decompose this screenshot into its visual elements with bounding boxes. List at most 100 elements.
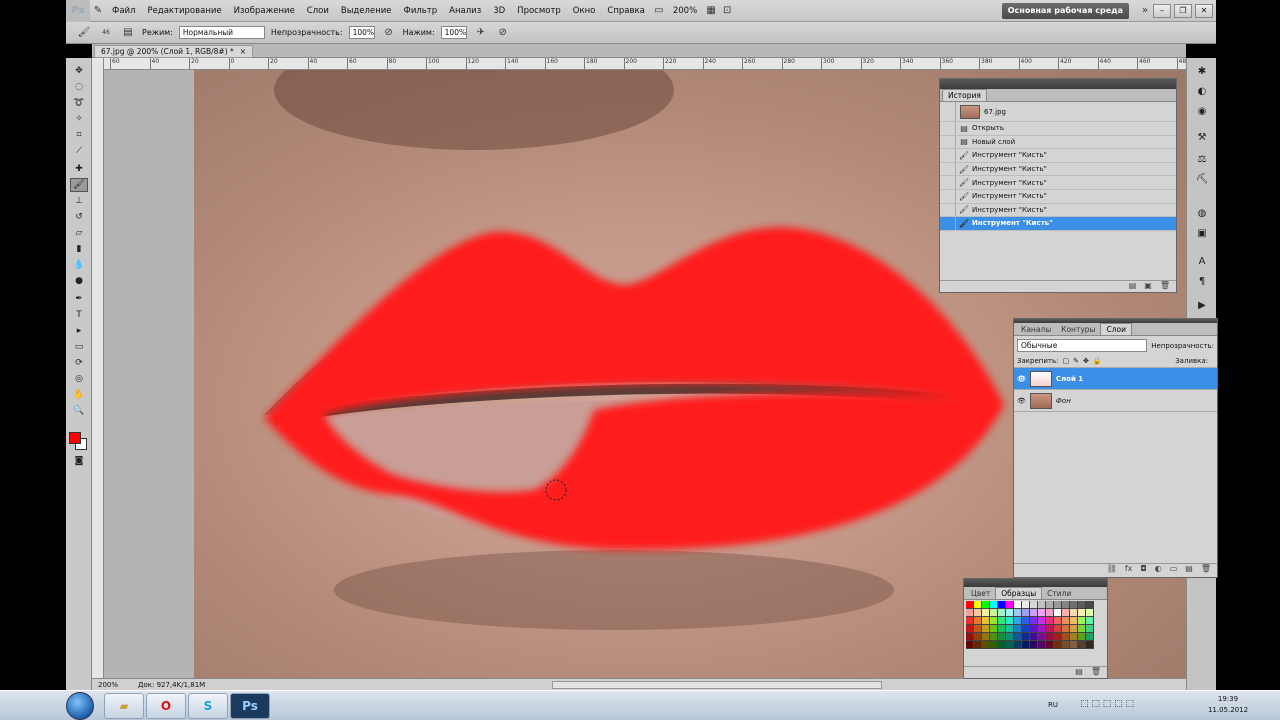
lasso-tool-icon[interactable]: ➰ <box>70 96 88 110</box>
crop-tool-icon[interactable]: ⌗ <box>70 128 88 142</box>
adjustment-layer-icon[interactable]: ◐ <box>1155 564 1162 577</box>
color-swatch[interactable] <box>1022 601 1030 609</box>
color-swatch[interactable] <box>966 641 974 649</box>
tab-paths[interactable]: Контуры <box>1056 324 1100 335</box>
color-swatch[interactable] <box>1014 633 1022 641</box>
eyedropper-tool-icon[interactable]: ⟋ <box>70 144 88 158</box>
color-swatch[interactable] <box>1062 641 1070 649</box>
color-swatch[interactable] <box>1022 609 1030 617</box>
tab-swatches[interactable]: Образцы <box>995 587 1043 599</box>
start-button[interactable] <box>66 692 94 720</box>
history-checkbox[interactable] <box>940 217 956 230</box>
new-document-icon[interactable]: ▤ <box>1129 281 1137 292</box>
color-swatch[interactable] <box>966 601 974 609</box>
delete-layer-icon[interactable]: 🗑 <box>1201 564 1211 577</box>
lock-position-icon[interactable]: ✥ <box>1083 357 1089 365</box>
language-indicator[interactable]: RU <box>1048 701 1058 709</box>
blend-mode-select[interactable]: Обычные <box>1017 339 1148 352</box>
color-swatch[interactable] <box>1006 625 1014 633</box>
screen-mode-icon[interactable]: ▭ <box>651 3 667 19</box>
healing-tool-icon[interactable]: ✚ <box>70 162 88 176</box>
history-brush-tool-icon[interactable]: ↺ <box>70 210 88 224</box>
menu-filter[interactable]: Фильтр <box>398 6 444 16</box>
color-swatch[interactable] <box>1022 633 1030 641</box>
color-swatch[interactable] <box>1030 601 1038 609</box>
quick-mask-icon[interactable]: ◙ <box>70 454 88 468</box>
color-swatch[interactable] <box>1046 617 1054 625</box>
color-swatch[interactable] <box>966 617 974 625</box>
color-swatch[interactable] <box>1054 601 1062 609</box>
color-swatch[interactable] <box>982 641 990 649</box>
quick-select-tool-icon[interactable]: ✧ <box>70 112 88 126</box>
add-mask-icon[interactable]: ◘ <box>1140 564 1146 577</box>
color-swatch[interactable] <box>998 601 1006 609</box>
brush-presets-icon[interactable]: ⚖ <box>1194 152 1210 166</box>
color-swatch[interactable] <box>1046 609 1054 617</box>
airbrush-icon[interactable]: ✈ <box>473 25 489 41</box>
flow-input[interactable]: 100% <box>440 26 467 39</box>
history-snapshot[interactable]: 67.jpg <box>940 102 1176 122</box>
tools-presets-icon[interactable]: ⚒ <box>1194 130 1210 144</box>
history-state[interactable]: 🖌 Инструмент "Кисть" <box>940 162 1176 177</box>
masks-icon[interactable]: ◉ <box>1194 104 1210 118</box>
link-layers-icon[interactable]: ⛓ <box>1107 564 1117 577</box>
color-swatch[interactable] <box>1054 609 1062 617</box>
color-swatch[interactable] <box>1030 609 1038 617</box>
color-swatch[interactable] <box>974 633 982 641</box>
screen-frame-icon[interactable]: ⊡ <box>719 3 735 19</box>
hand-tool-icon[interactable]: ✋ <box>70 388 88 402</box>
taskbar-explorer-icon[interactable]: ▰ <box>104 693 144 719</box>
document-tab[interactable]: 67.jpg @ 200% (Слой 1, RGB/8#) * × <box>94 45 254 58</box>
document-close-icon[interactable]: × <box>240 47 246 56</box>
color-swatch[interactable] <box>1070 633 1078 641</box>
color-swatch[interactable] <box>974 609 982 617</box>
gradient-tool-icon[interactable]: ▮ <box>70 242 88 256</box>
history-checkbox[interactable] <box>940 176 956 189</box>
restore-button[interactable]: ❐ <box>1174 3 1192 18</box>
menu-image[interactable]: Изображение <box>228 6 301 16</box>
color-swatch[interactable] <box>1046 641 1054 649</box>
close-button[interactable]: ✕ <box>1195 3 1213 18</box>
clone-source-icon[interactable]: ⛏ <box>1194 172 1210 186</box>
more-workspaces-icon[interactable]: » <box>1137 3 1153 19</box>
color-swatch[interactable] <box>1046 625 1054 633</box>
menu-file[interactable]: Файл <box>106 6 141 16</box>
color-swatch[interactable] <box>1006 609 1014 617</box>
new-snapshot-icon[interactable]: ▣ <box>1144 281 1152 292</box>
history-checkbox[interactable] <box>940 203 956 217</box>
dodge-tool-icon[interactable]: ● <box>70 274 88 288</box>
menu-edit[interactable]: Редактирование <box>141 6 227 16</box>
color-swatch[interactable] <box>1030 633 1038 641</box>
color-swatch[interactable] <box>1030 625 1038 633</box>
taskbar-opera-icon[interactable]: O <box>146 693 186 719</box>
layer-row[interactable]: 👁 Фон <box>1014 390 1217 412</box>
color-swatch[interactable] <box>974 617 982 625</box>
color-swatch[interactable] <box>990 617 998 625</box>
history-checkbox[interactable] <box>940 189 956 203</box>
menu-view[interactable]: Просмотр <box>511 6 567 16</box>
color-swatch[interactable] <box>1038 641 1046 649</box>
color-swatch[interactable] <box>1046 633 1054 641</box>
color-swatch[interactable] <box>1062 625 1070 633</box>
color-swatch[interactable] <box>982 601 990 609</box>
color-swatch[interactable] <box>1006 633 1014 641</box>
color-swatch[interactable] <box>1078 601 1086 609</box>
character-icon[interactable]: A <box>1194 254 1210 268</box>
color-swatch[interactable] <box>982 609 990 617</box>
color-swatch[interactable] <box>1078 641 1086 649</box>
color-swatch[interactable] <box>1006 617 1014 625</box>
history-checkbox[interactable] <box>940 149 956 162</box>
color-swatch[interactable] <box>1022 617 1030 625</box>
tab-layers[interactable]: Слои <box>1100 323 1132 335</box>
color-swatch[interactable] <box>990 641 998 649</box>
color-swatch[interactable] <box>966 625 974 633</box>
marquee-tool-icon[interactable]: ◌ <box>70 80 88 94</box>
brush-preset-icon[interactable]: ✎ <box>90 3 106 19</box>
color-swatch[interactable] <box>1030 617 1038 625</box>
delete-swatch-icon[interactable]: 🗑 <box>1091 667 1101 678</box>
horizontal-scrollbar[interactable] <box>552 681 882 689</box>
color-swatch[interactable] <box>966 633 974 641</box>
foreground-color-swatch[interactable] <box>69 432 81 444</box>
layer-style-icon[interactable]: fx <box>1125 564 1133 577</box>
color-swatch[interactable] <box>1086 633 1094 641</box>
